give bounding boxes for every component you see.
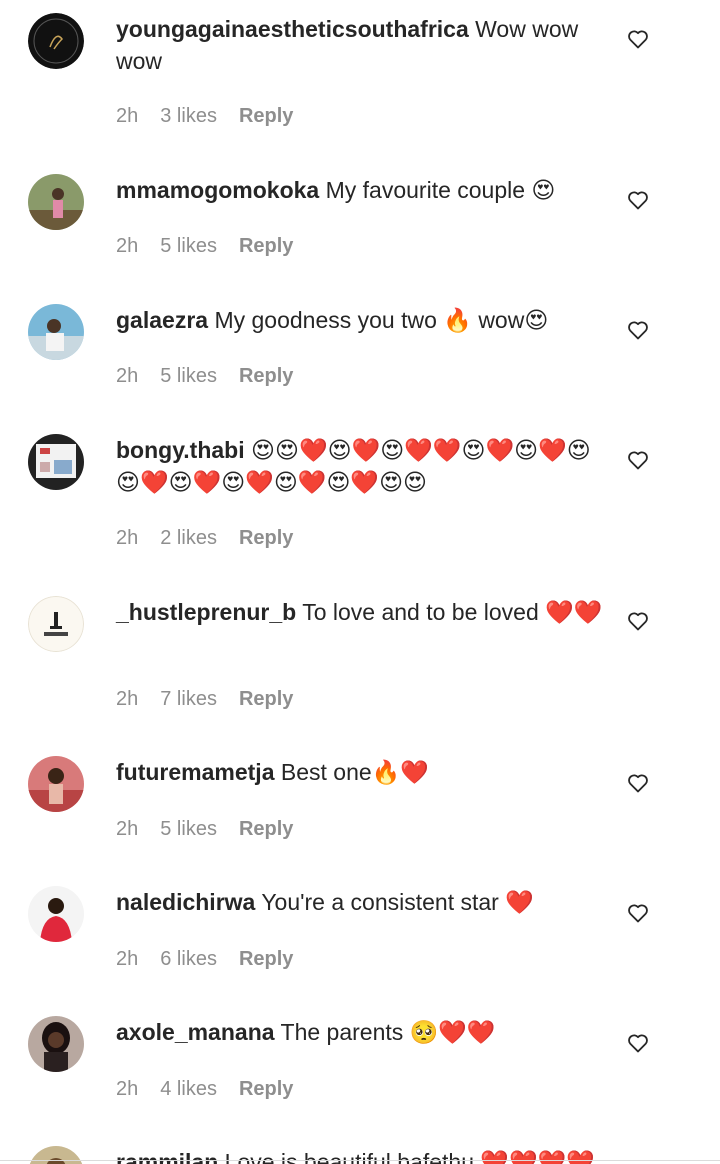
comment-body: You're a consistent star ❤️ [261,889,534,915]
comment-username[interactable]: rammilan [116,1149,218,1164]
comment-meta: 2h 5 likes Reply [116,365,293,388]
divider [0,1160,720,1161]
heart-outline-icon[interactable] [626,318,650,342]
comment-meta: 2h 5 likes Reply [116,235,293,258]
comment-time: 2h [116,365,139,387]
comment-likes[interactable]: 5 likes [160,818,217,841]
comment-body: My goodness you two 🔥 wow😍 [214,307,549,333]
reply-button[interactable]: Reply [239,818,293,841]
comment-likes[interactable]: 5 likes [160,235,217,258]
heart-outline-icon[interactable] [626,27,650,51]
comment-text: galaezra My goodness you two 🔥 wow😍 [116,304,606,336]
comment-meta: 2h 5 likes Reply [116,818,293,841]
heart-outline-icon[interactable] [626,771,650,795]
avatar[interactable] [28,174,84,230]
comment-likes[interactable]: 3 likes [160,105,217,128]
avatar[interactable] [28,434,84,490]
comment-username[interactable]: galaezra [116,307,208,333]
comment-meta: 2h 4 likes Reply [116,1078,293,1101]
avatar[interactable] [28,756,84,812]
comment-username[interactable]: _hustleprenur_b [116,599,296,625]
comment-text: axole_manana The parents 🥺❤️❤️ [116,1016,606,1048]
comment-username[interactable]: mmamogomokoka [116,177,319,203]
comment-likes[interactable]: 5 likes [160,365,217,388]
comment-meta: 2h 3 likes Reply [116,105,293,128]
comment-likes[interactable]: 2 likes [160,527,217,550]
comment-username[interactable]: bongy.thabi [116,437,245,463]
avatar[interactable] [28,886,84,942]
comment-likes[interactable]: 4 likes [160,1078,217,1101]
comment-body: To love and to be loved ❤️❤️ [302,599,603,625]
comment-meta: 2h 6 likes Reply [116,948,293,971]
heart-outline-icon[interactable] [626,1031,650,1055]
comment-body: My favourite couple 😍 [325,177,556,203]
comment-text: _hustleprenur_b To love and to be loved … [116,596,606,628]
comment-time: 2h [116,235,139,257]
reply-button[interactable]: Reply [239,527,293,550]
avatar[interactable] [28,13,84,69]
avatar[interactable] [28,1146,84,1164]
heart-outline-icon[interactable] [626,901,650,925]
comment-likes[interactable]: 7 likes [160,688,217,711]
comment-body: The parents 🥺❤️❤️ [280,1019,496,1045]
heart-outline-icon[interactable] [626,448,650,472]
comment-time: 2h [116,105,139,127]
avatar[interactable] [28,304,84,360]
comment-text: bongy.thabi 😍😍❤️😍❤️😍❤️❤️😍❤️😍❤️😍😍❤️😍❤️😍❤️… [116,434,606,498]
comment-username[interactable]: futuremametja [116,759,274,785]
comment-likes[interactable]: 6 likes [160,948,217,971]
comment-time: 2h [116,1078,139,1100]
comment-text: youngagainaestheticsouthafrica Wow wow w… [116,13,606,77]
comment-username[interactable]: naledichirwa [116,889,255,915]
comment-time: 2h [116,688,139,710]
comment-body: Best one🔥❤️ [280,759,429,785]
reply-button[interactable]: Reply [239,105,293,128]
reply-button[interactable]: Reply [239,365,293,388]
comment-time: 2h [116,948,139,970]
avatar[interactable] [28,1016,84,1072]
reply-button[interactable]: Reply [239,688,293,711]
heart-outline-icon[interactable] [626,188,650,212]
comment-username[interactable]: youngagainaestheticsouthafrica [116,16,469,42]
heart-outline-icon[interactable] [626,609,650,633]
comment-username[interactable]: axole_manana [116,1019,275,1045]
reply-button[interactable]: Reply [239,948,293,971]
comment-text: naledichirwa You're a consistent star ❤️ [116,886,606,918]
reply-button[interactable]: Reply [239,235,293,258]
comment-time: 2h [116,527,139,549]
comment-meta: 2h 2 likes Reply [116,527,293,550]
avatar[interactable] [28,596,84,652]
comment-time: 2h [116,818,139,840]
reply-button[interactable]: Reply [239,1078,293,1101]
comment-meta: 2h 7 likes Reply [116,688,293,711]
comment-text: futuremametja Best one🔥❤️ [116,756,606,788]
comment-body: Love is beautiful bafethu ❤️❤️❤️❤️ [224,1149,595,1164]
comment-text: rammilan Love is beautiful bafethu ❤️❤️❤… [116,1146,606,1164]
comment-text: mmamogomokoka My favourite couple 😍 [116,174,606,206]
